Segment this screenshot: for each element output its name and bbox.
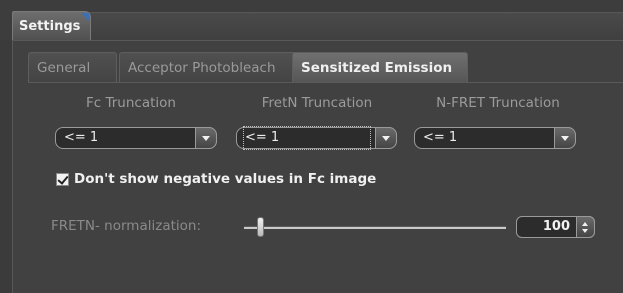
chevron-down-icon[interactable] (195, 127, 217, 149)
tab-sensitized-emission-label: Sensitized Emission (301, 60, 453, 76)
fretn-truncation-label: FretN Truncation (261, 95, 373, 111)
fretn-normalization-slider-handle[interactable] (257, 217, 264, 237)
settings-tab-strip: Settings (0, 0, 623, 41)
negative-values-label[interactable]: Don't show negative values in Fc image (74, 171, 376, 187)
spin-up-icon[interactable] (582, 222, 588, 226)
fretn-normalization-spinbox[interactable]: 100 (516, 216, 595, 238)
fc-truncation-select[interactable]: <= 1 (55, 127, 217, 149)
fretn-truncation-select[interactable]: <= 1 (236, 126, 397, 150)
tab-settings[interactable]: Settings (12, 11, 91, 40)
settings-panel: General Acceptor Photobleach Sensitized … (12, 40, 623, 293)
fc-truncation-value: <= 1 (64, 130, 99, 145)
nfret-truncation-select[interactable]: <= 1 (414, 127, 576, 149)
tab-general[interactable]: General (28, 52, 117, 82)
chevron-down-icon[interactable] (375, 127, 397, 149)
spin-down-icon[interactable] (582, 229, 588, 233)
tab-corner-marker (81, 13, 89, 21)
chevron-down-icon[interactable] (554, 127, 576, 149)
tab-acceptor-photobleach[interactable]: Acceptor Photobleach (119, 52, 305, 82)
fretn-truncation-value: <= 1 (243, 126, 371, 150)
fc-truncation-label: Fc Truncation (86, 95, 176, 111)
nfret-truncation-value: <= 1 (423, 130, 458, 145)
tab-sensitized-emission[interactable]: Sensitized Emission (292, 52, 468, 82)
spin-buttons[interactable] (576, 216, 595, 238)
tab-strip-bar (12, 12, 623, 41)
tab-acceptor-photobleach-label: Acceptor Photobleach (128, 60, 276, 76)
fretn-normalization-label: FRETN- normalization: (51, 218, 202, 234)
negative-values-checkbox[interactable] (56, 173, 69, 186)
subtab-bar: General Acceptor Photobleach Sensitized … (28, 52, 623, 83)
tab-settings-label: Settings (19, 19, 81, 34)
fretn-normalization-value[interactable]: 100 (543, 218, 570, 236)
nfret-truncation-label: N-FRET Truncation (436, 95, 560, 111)
fretn-normalization-slider-track[interactable] (244, 226, 506, 229)
tab-general-label: General (37, 60, 91, 76)
